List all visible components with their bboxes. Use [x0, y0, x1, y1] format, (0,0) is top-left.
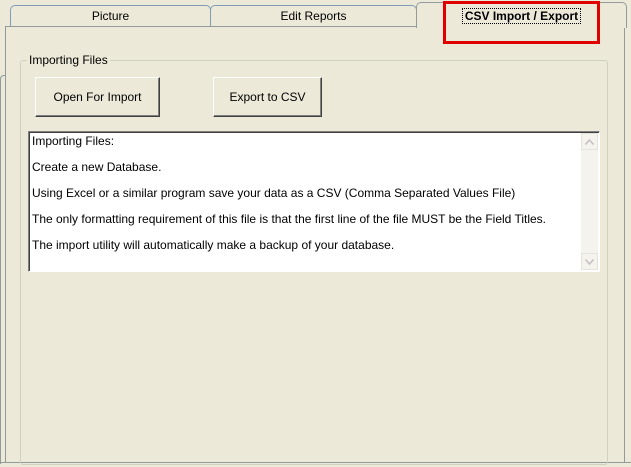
tab-strip: Picture Edit Reports CSV Import / Export [0, 0, 631, 28]
tab-picture-label: Picture [91, 9, 130, 23]
scroll-down-button[interactable] [581, 253, 598, 270]
scroll-up-button[interactable] [581, 133, 598, 150]
instructions-line: Create a new Database. [32, 160, 162, 174]
instructions-memo[interactable]: Importing Files: Create a new Database. … [28, 131, 600, 272]
instructions-line: Importing Files: [32, 134, 115, 148]
instructions-text: Importing Files: Create a new Database. … [32, 135, 577, 265]
tab-edit-reports-label: Edit Reports [280, 9, 347, 23]
tab-edit-reports[interactable]: Edit Reports [210, 5, 417, 26]
open-for-import-button[interactable]: Open For Import [35, 77, 160, 117]
scroll-up-arrow-icon [585, 138, 594, 145]
instructions-line: The only formatting requirement of this … [32, 212, 547, 226]
scroll-down-arrow-icon [585, 258, 594, 265]
tab-picture[interactable]: Picture [10, 5, 211, 26]
panel-left-edge [0, 75, 5, 464]
groupbox-title: Importing Files [27, 53, 110, 67]
instructions-line: Using Excel or a similar program save yo… [32, 186, 516, 200]
export-to-csv-button[interactable]: Export to CSV [213, 77, 322, 117]
instructions-line: The import utility will automatically ma… [32, 238, 395, 252]
tab-csv-import-export-label: CSV Import / Export [461, 8, 582, 24]
tab-csv-import-export[interactable]: CSV Import / Export [416, 2, 627, 28]
vertical-scrollbar[interactable] [581, 133, 598, 270]
